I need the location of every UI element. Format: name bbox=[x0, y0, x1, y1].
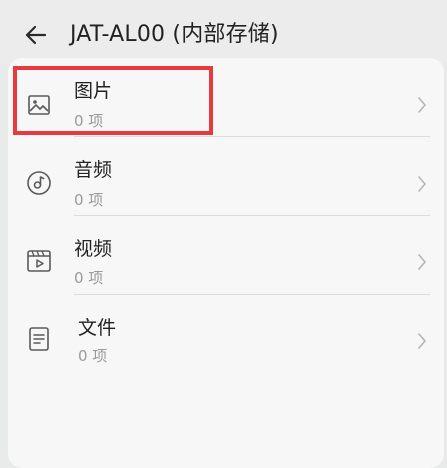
item-label: 视频 bbox=[74, 238, 113, 260]
list-item-video[interactable]: 视频 0 项 bbox=[8, 224, 444, 302]
item-label: 文件 bbox=[78, 317, 117, 339]
back-arrow-icon bbox=[25, 25, 47, 45]
back-button[interactable] bbox=[20, 19, 52, 51]
chevron-right-icon bbox=[416, 252, 428, 272]
item-count: 0 项 bbox=[74, 269, 104, 287]
item-count: 0 项 bbox=[78, 347, 108, 365]
music-icon bbox=[25, 169, 53, 197]
list-item-documents[interactable]: 文件 0 项 bbox=[8, 303, 444, 381]
chevron-right-icon bbox=[416, 174, 428, 194]
list-item-audio[interactable]: 音频 0 项 bbox=[8, 145, 444, 223]
divider bbox=[74, 136, 430, 137]
video-icon bbox=[25, 247, 53, 275]
chevron-right-icon bbox=[416, 331, 428, 351]
document-icon bbox=[25, 325, 53, 353]
title-bar: JAT-AL00 (内部存储) bbox=[0, 0, 447, 64]
chevron-right-icon bbox=[416, 95, 428, 115]
page-title: JAT-AL00 (内部存储) bbox=[70, 22, 279, 47]
highlight-annotation-box bbox=[13, 66, 213, 135]
divider bbox=[74, 294, 430, 295]
item-count: 0 项 bbox=[74, 191, 104, 209]
divider bbox=[74, 215, 430, 216]
item-label: 音频 bbox=[74, 159, 113, 181]
